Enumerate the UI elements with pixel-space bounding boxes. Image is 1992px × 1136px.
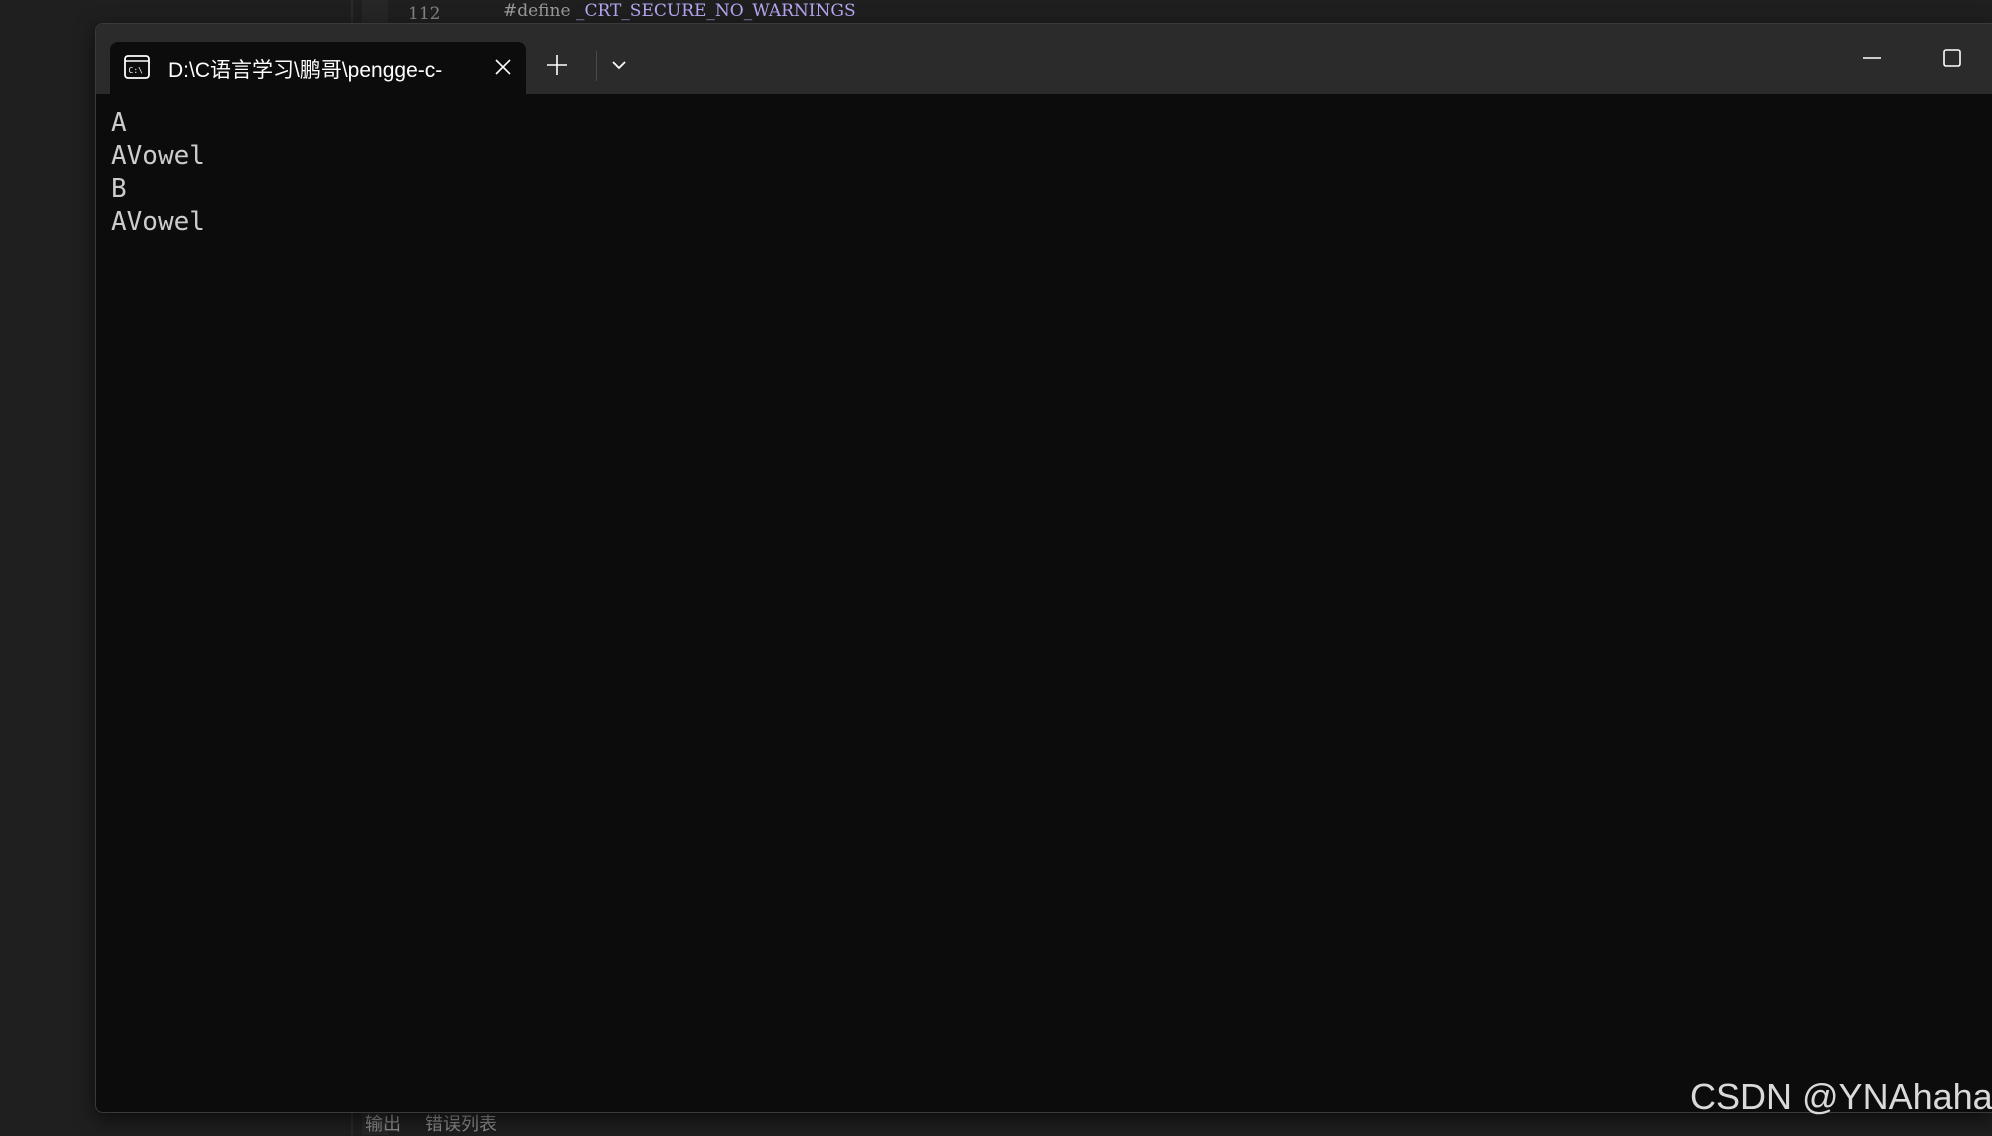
minimize-icon[interactable] [1860,46,1884,70]
console-output[interactable]: A AVowel B AVowel [111,107,205,239]
code-line[interactable]: #define _CRT_SECURE_NO_WARNINGS [503,1,856,21]
tab-separator [596,51,597,81]
watermark: CSDN @YNAhaha [1690,1076,1992,1117]
console-line: B [111,174,127,204]
terminal-window: C:\ D:\C语言学习\鹏哥\pengge-c- A AVowel B AVo… [95,23,1992,1113]
close-icon[interactable] [492,56,514,78]
svg-text:C:\: C:\ [129,66,144,75]
editor-bottom-tabs: 输出 错误列表 [365,1110,497,1136]
console-icon: C:\ [124,55,150,79]
terminal-tab[interactable]: C:\ D:\C语言学习\鹏哥\pengge-c- [110,42,526,94]
code-macro: _CRT_SECURE_NO_WARNINGS [575,1,856,21]
tab-output[interactable]: 输出 [365,1110,401,1136]
console-line: AVowel [111,141,205,171]
terminal-titlebar[interactable]: C:\ D:\C语言学习\鹏哥\pengge-c- [96,24,1992,94]
console-line: AVowel [111,207,205,237]
line-number: 112 [408,4,441,24]
chevron-down-icon[interactable] [608,54,630,76]
plus-icon[interactable] [544,52,570,78]
maximize-icon[interactable] [1940,46,1964,70]
tab-error-list[interactable]: 错误列表 [425,1110,497,1136]
terminal-tab-title: D:\C语言学习\鹏哥\pengge-c- [168,59,443,82]
console-line: A [111,108,127,138]
code-keyword: #define [503,1,571,21]
